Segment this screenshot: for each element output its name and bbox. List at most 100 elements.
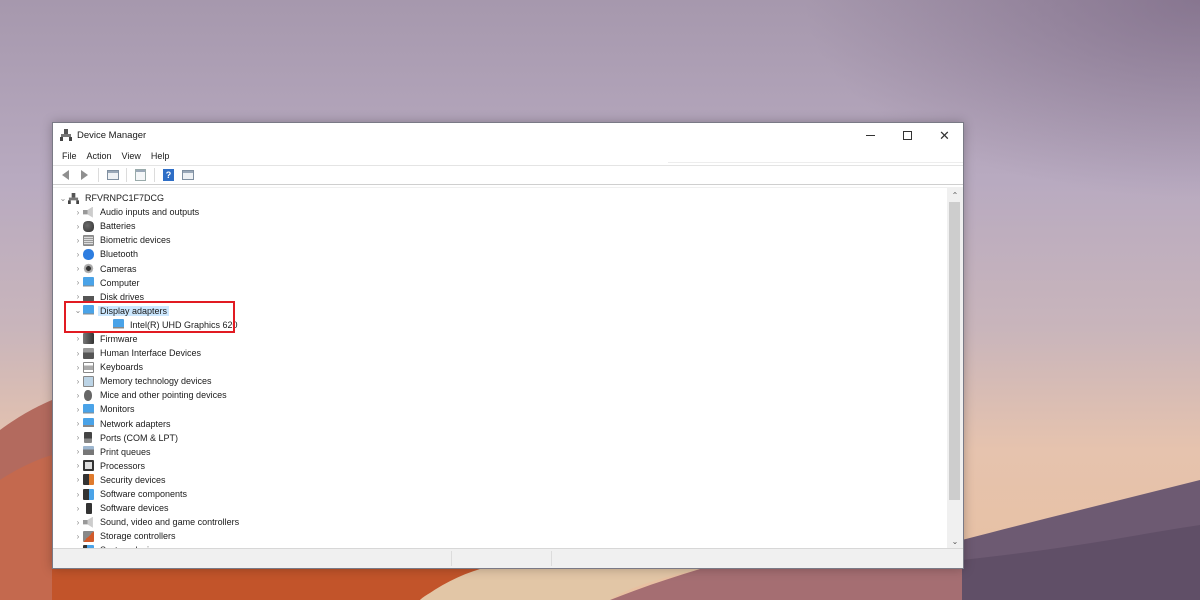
keyboard-icon [83, 361, 94, 373]
menu-file[interactable]: File [57, 151, 82, 161]
minimize-icon [866, 134, 875, 136]
tree-category[interactable]: › Disk drives [53, 290, 947, 304]
tree-category[interactable]: › Software devices [53, 501, 947, 515]
menu-help[interactable]: Help [146, 151, 175, 161]
tree-category[interactable]: › Batteries [53, 219, 947, 233]
network-adapter-icon [83, 418, 94, 430]
tree-device[interactable]: Intel(R) UHD Graphics 620 [53, 318, 947, 332]
bluetooth-icon [83, 248, 94, 260]
chevron-right-icon[interactable]: › [73, 447, 83, 456]
tree-category[interactable]: › Human Interface Devices [53, 346, 947, 360]
tree-category[interactable]: › Storage controllers [53, 529, 947, 543]
tree-category[interactable]: › Biometric devices [53, 233, 947, 247]
tree-category[interactable]: › Mice and other pointing devices [53, 388, 947, 402]
tree-category-label: Processors [100, 460, 146, 471]
security-device-icon [83, 474, 94, 486]
scroll-thumb[interactable] [949, 202, 960, 500]
menu-view[interactable]: View [117, 151, 146, 161]
title-bar[interactable]: Device Manager ✕ [53, 123, 963, 147]
close-button[interactable]: ✕ [926, 123, 963, 147]
tree-category[interactable]: › Ports (COM & LPT) [53, 431, 947, 445]
tree-category[interactable]: › Firmware [53, 332, 947, 346]
tree-category[interactable]: › Bluetooth [53, 247, 947, 261]
tree-category[interactable]: › Print queues [53, 445, 947, 459]
tree-category-label: Biometric devices [100, 235, 171, 246]
tree-category[interactable]: › Keyboards [53, 360, 947, 374]
tree-device-label: Intel(R) UHD Graphics 620 [130, 319, 238, 330]
chevron-right-icon[interactable]: › [73, 236, 83, 245]
chevron-right-icon[interactable]: › [73, 250, 83, 259]
toolbar: ? [53, 165, 963, 185]
tree-category[interactable]: › Audio inputs and outputs [53, 205, 947, 219]
chevron-right-icon[interactable]: › [73, 391, 83, 400]
chevron-right-icon[interactable]: › [73, 292, 83, 301]
speaker-icon [83, 206, 93, 218]
tree-category-label: Sound, video and game controllers [100, 517, 240, 528]
computer-icon [68, 192, 79, 204]
chevron-right-icon[interactable]: › [73, 334, 83, 343]
chevron-right-icon[interactable]: › [73, 518, 83, 527]
console-tree-icon [106, 170, 119, 180]
tree-category[interactable]: › Memory technology devices [53, 374, 947, 388]
tree-category[interactable]: › Network adapters [53, 417, 947, 431]
chevron-right-icon[interactable]: › [73, 405, 83, 414]
tree-root[interactable]: ⌄ RFVRNPC1F7DCG [53, 191, 947, 205]
chevron-down-icon[interactable]: ⌄ [73, 306, 83, 315]
properties-icon [135, 169, 146, 181]
vertical-scrollbar[interactable]: ⌃ ⌄ [947, 188, 963, 548]
properties-button[interactable] [132, 167, 149, 183]
tree-category-label: Audio inputs and outputs [100, 207, 200, 218]
tree-category-label: Mice and other pointing devices [100, 390, 227, 401]
display-adapter-icon [113, 319, 124, 331]
chevron-right-icon[interactable]: › [73, 377, 83, 386]
monitor-icon [83, 403, 94, 415]
chevron-right-icon[interactable]: › [73, 461, 83, 470]
tree-category[interactable]: › Sound, video and game controllers [53, 515, 947, 529]
scroll-down-button[interactable]: ⌄ [947, 534, 963, 548]
tree-category-label: Software components [100, 489, 188, 500]
chevron-right-icon[interactable]: › [73, 433, 83, 442]
chevron-right-icon[interactable]: › [73, 475, 83, 484]
firmware-icon [83, 333, 94, 345]
minimize-button[interactable] [852, 123, 889, 147]
chevron-right-icon[interactable]: › [73, 419, 83, 428]
show-hide-console-tree-button[interactable] [104, 167, 121, 183]
status-bar-divider [451, 551, 452, 566]
toolbar-separator [154, 168, 155, 182]
chevron-right-icon[interactable]: › [73, 504, 83, 513]
chevron-right-icon[interactable]: › [73, 363, 83, 372]
tree-category[interactable]: › Monitors [53, 402, 947, 416]
disk-drive-icon [83, 291, 94, 303]
chevron-up-icon: ⌃ [951, 190, 959, 200]
chevron-right-icon[interactable]: › [73, 490, 83, 499]
expanded-chevron-icon[interactable]: ⌄ [58, 194, 68, 203]
forward-button[interactable] [76, 167, 93, 183]
chevron-right-icon[interactable]: › [73, 208, 83, 217]
tree-category-label: Storage controllers [100, 531, 176, 542]
tree-category-label: Memory technology devices [100, 376, 212, 387]
tree-category[interactable]: › Software components [53, 487, 947, 501]
display-adapter-icon [83, 305, 94, 317]
scroll-up-button[interactable]: ⌃ [947, 188, 963, 202]
chevron-right-icon[interactable]: › [73, 349, 83, 358]
camera-icon [83, 263, 94, 275]
chevron-right-icon[interactable]: › [73, 264, 83, 273]
maximize-button[interactable] [889, 123, 926, 147]
chevron-right-icon[interactable]: › [73, 222, 83, 231]
close-icon: ✕ [939, 127, 950, 143]
tree-category-label: Human Interface Devices [100, 348, 202, 359]
tree-category-label: Security devices [100, 474, 166, 485]
tree-category[interactable]: › Processors [53, 459, 947, 473]
tree-category[interactable]: › Cameras [53, 261, 947, 275]
menu-action[interactable]: Action [82, 151, 117, 161]
show-action-pane-button[interactable] [179, 167, 196, 183]
back-button[interactable] [57, 167, 74, 183]
help-button[interactable]: ? [160, 167, 177, 183]
monitor-icon [83, 277, 94, 289]
tree-category[interactable]: › Computer [53, 276, 947, 290]
tree-category-label: Display adapters [98, 305, 170, 316]
tree-category[interactable]: › Security devices [53, 473, 947, 487]
tree-category[interactable]: ⌄ Display adapters [53, 304, 947, 318]
chevron-right-icon[interactable]: › [73, 278, 83, 287]
chevron-right-icon[interactable]: › [73, 532, 83, 541]
